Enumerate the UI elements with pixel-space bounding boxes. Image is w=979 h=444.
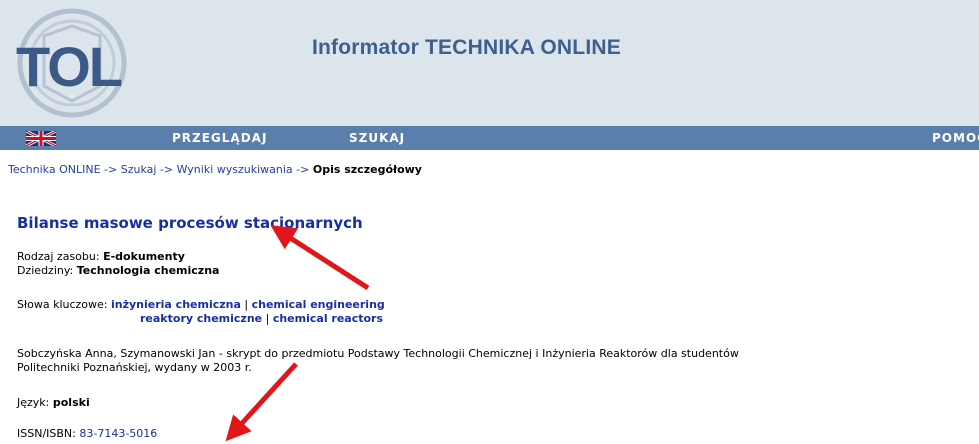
breadcrumb-current: Opis szczegółowy (312, 163, 422, 176)
uk-flag-icon[interactable] (26, 131, 56, 146)
nav-help-link[interactable]: POMOC (932, 131, 979, 145)
resource-type-row: Rodzaj zasobu: E-dokumenty (17, 250, 185, 263)
breadcrumb-search[interactable]: Szukaj (121, 163, 157, 176)
keyword-link[interactable]: chemical engineering (252, 298, 385, 311)
language-label: Język: (17, 396, 53, 409)
nav-bar: PRZEGLĄDAJ SZUKAJ POMOC (0, 126, 979, 150)
fields-row: Dziedziny: Technologia chemiczna (17, 264, 219, 277)
keyword-separator: | (262, 312, 273, 325)
description-line-2: Politechniki Poznańskiej, wydany w 2003 … (17, 361, 252, 374)
site-title: Informator TECHNIKA ONLINE (312, 36, 621, 59)
logo-text: TOL (16, 35, 122, 98)
keywords-row-2: reaktory chemiczne | chemical reactors (140, 312, 383, 325)
arrow-to-isbn-icon (225, 362, 298, 442)
keyword-separator: | (240, 298, 252, 311)
isbn-value[interactable]: 83-7143-5016 (79, 427, 157, 440)
isbn-label: ISSN/ISBN: (17, 427, 80, 440)
keyword-link[interactable]: inżynieria chemiczna (111, 298, 241, 311)
keyword-link[interactable]: reaktory chemiczne (140, 312, 262, 325)
fields-label: Dziedziny: (17, 264, 77, 277)
resource-type-label: Rodzaj zasobu: (17, 250, 104, 263)
breadcrumb: Technika ONLINE -> Szukaj -> Wyniki wysz… (8, 163, 422, 176)
isbn-row: ISSN/ISBN: 83-7143-5016 (17, 427, 157, 440)
description-line-1: Sobczyńska Anna, Szymanowski Jan - skryp… (17, 347, 739, 360)
record-title[interactable]: Bilanse masowe procesów stacjonarnych (17, 214, 363, 232)
keywords-label: Słowa kluczowe: (17, 298, 111, 311)
arrow-to-title-icon (270, 225, 370, 291)
language-row: Język: polski (17, 396, 90, 409)
nav-search-link[interactable]: SZUKAJ (349, 131, 405, 145)
breadcrumb-home[interactable]: Technika ONLINE (8, 163, 101, 176)
language-value: polski (52, 396, 90, 409)
tol-logo-icon: TOL (16, 8, 127, 118)
breadcrumb-separator: -> (292, 163, 313, 176)
nav-browse-link[interactable]: PRZEGLĄDAJ (172, 131, 267, 145)
page-header: TOL Informator TECHNIKA ONLINE (0, 0, 979, 126)
resource-type-value: E-dokumenty (103, 250, 185, 263)
breadcrumb-separator: -> (100, 163, 121, 176)
breadcrumb-separator: -> (156, 163, 177, 176)
keywords-row: Słowa kluczowe: inżynieria chemiczna | c… (17, 298, 385, 311)
fields-value: Technologia chemiczna (76, 264, 220, 277)
breadcrumb-results[interactable]: Wyniki wyszukiwania (177, 163, 293, 176)
keyword-link[interactable]: chemical reactors (273, 312, 383, 325)
